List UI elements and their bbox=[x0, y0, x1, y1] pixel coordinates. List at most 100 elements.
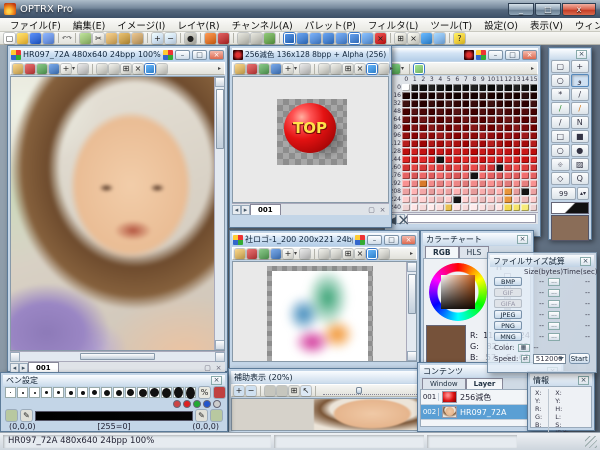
navigator-toggle-icon[interactable] bbox=[367, 64, 377, 74]
logo-window-titlebar[interactable]: 社ロゴ-1_200 200x221 24bpp – □ × bbox=[232, 233, 417, 246]
save-icon[interactable] bbox=[30, 33, 41, 44]
palette-cell[interactable] bbox=[530, 196, 538, 203]
save-all-icon[interactable] bbox=[43, 33, 54, 44]
extra-icon[interactable] bbox=[157, 64, 167, 74]
palette-cell[interactable] bbox=[470, 148, 478, 155]
palette-cell[interactable] bbox=[419, 92, 427, 99]
pen-size-button-4[interactable] bbox=[41, 387, 52, 398]
palette-cell[interactable] bbox=[445, 204, 453, 211]
palette-cell[interactable] bbox=[453, 180, 461, 187]
format-button-bmp[interactable]: BMP bbox=[494, 277, 522, 286]
saturation-square[interactable] bbox=[441, 275, 475, 309]
palette-cell[interactable] bbox=[479, 100, 487, 107]
palette-cell[interactable] bbox=[521, 84, 529, 91]
photo-window[interactable]: HR097_72A 480x640 24bpp 100% – □ × +▾⊞×▸ bbox=[7, 45, 228, 372]
palette-cell[interactable] bbox=[462, 196, 470, 203]
move-tool[interactable]: + bbox=[571, 60, 590, 73]
palette-cell[interactable] bbox=[436, 132, 444, 139]
palette-cell[interactable] bbox=[479, 204, 487, 211]
palette-cell[interactable] bbox=[513, 100, 521, 107]
palette-cell[interactable] bbox=[496, 204, 504, 211]
navigator-icon[interactable] bbox=[421, 33, 432, 44]
tab-layer[interactable]: Layer bbox=[466, 378, 504, 389]
pen-density-value[interactable]: 99 bbox=[551, 187, 576, 200]
palette-cell[interactable] bbox=[513, 124, 521, 131]
palette-cell[interactable] bbox=[445, 108, 453, 115]
palette-cell[interactable] bbox=[479, 196, 487, 203]
options-button[interactable]: ... bbox=[548, 278, 560, 286]
pen-gradient-bar[interactable] bbox=[35, 411, 193, 421]
loupe-icon[interactable]: + bbox=[61, 64, 71, 74]
palette-cell[interactable] bbox=[487, 140, 495, 147]
palette-cell[interactable] bbox=[530, 92, 538, 99]
grid-icon[interactable]: ⊞ bbox=[289, 386, 299, 396]
palette-cell[interactable] bbox=[411, 108, 419, 115]
color-chart-close-icon[interactable]: × bbox=[517, 235, 528, 244]
pen-size-button-9[interactable] bbox=[101, 387, 112, 398]
palette-cell[interactable] bbox=[487, 100, 495, 107]
window-tile-h-icon[interactable] bbox=[297, 33, 308, 44]
palette-cell[interactable] bbox=[530, 148, 538, 155]
grid-toggle-icon[interactable]: ⊞ bbox=[343, 64, 353, 74]
palette-cell[interactable] bbox=[428, 124, 436, 131]
palette-cell[interactable] bbox=[428, 180, 436, 187]
palette-window[interactable]: – □ × ▾▸ 0123456789101112131415016324864… bbox=[384, 45, 541, 237]
palette-cell[interactable] bbox=[487, 84, 495, 91]
palette-cell[interactable] bbox=[496, 132, 504, 139]
palette-cell[interactable] bbox=[402, 92, 410, 99]
palette-cell[interactable] bbox=[462, 204, 470, 211]
copy-image-icon[interactable] bbox=[319, 249, 329, 259]
pen-size-button-5[interactable] bbox=[53, 387, 64, 398]
menu-item-e[interactable]: 編集(E) bbox=[67, 17, 111, 33]
palette-cell[interactable] bbox=[419, 108, 427, 115]
palette-cell[interactable] bbox=[470, 92, 478, 99]
logo-vertical-scrollbar[interactable] bbox=[406, 262, 416, 361]
ball-canvas[interactable]: TOP bbox=[232, 76, 389, 203]
info-view-icon[interactable] bbox=[434, 33, 445, 44]
photo-canvas[interactable] bbox=[10, 76, 225, 351]
palette-cell[interactable] bbox=[462, 180, 470, 187]
palette-cell[interactable] bbox=[419, 172, 427, 179]
palette-cell[interactable] bbox=[419, 100, 427, 107]
pen-size-button-3[interactable] bbox=[29, 387, 40, 398]
palette-cell[interactable] bbox=[445, 164, 453, 171]
palette-cell[interactable] bbox=[479, 132, 487, 139]
photo-vertical-scrollbar[interactable] bbox=[214, 77, 224, 350]
palette-cell[interactable] bbox=[521, 180, 529, 187]
palette-cell[interactable] bbox=[436, 124, 444, 131]
options-button[interactable]: ... bbox=[548, 322, 560, 330]
palette-cell[interactable] bbox=[428, 188, 436, 195]
palette-cell[interactable] bbox=[521, 100, 529, 107]
photo-minimize-button[interactable]: – bbox=[175, 50, 190, 60]
tool-palette-close-icon[interactable]: × bbox=[576, 50, 587, 59]
menu-item-a[interactable]: チャンネル(A) bbox=[226, 17, 299, 33]
palette-cell[interactable] bbox=[513, 204, 521, 211]
palette-cell[interactable] bbox=[521, 204, 529, 211]
gradient-left-icon[interactable] bbox=[6, 410, 17, 421]
palette-cell[interactable] bbox=[402, 100, 410, 107]
pen-size-button-2[interactable] bbox=[17, 387, 28, 398]
palette-cell[interactable] bbox=[453, 140, 461, 147]
minimize-button[interactable]: _ bbox=[508, 3, 534, 16]
pen-size-button-11[interactable] bbox=[125, 387, 136, 398]
palette-cell[interactable] bbox=[504, 100, 512, 107]
palette-cell[interactable] bbox=[411, 132, 419, 139]
palette-window-titlebar[interactable]: – □ × bbox=[387, 48, 538, 61]
grid-toggle-icon[interactable]: ⊞ bbox=[121, 64, 131, 74]
palette-cell[interactable] bbox=[428, 84, 436, 91]
palette-cell[interactable] bbox=[436, 188, 444, 195]
import-image-icon[interactable] bbox=[13, 64, 23, 74]
palette-cell[interactable] bbox=[428, 164, 436, 171]
palette-cell[interactable] bbox=[428, 172, 436, 179]
photo-close-button[interactable]: × bbox=[209, 50, 224, 60]
palette-cell[interactable] bbox=[453, 124, 461, 131]
palette-cell[interactable] bbox=[530, 180, 538, 187]
palette-cell[interactable] bbox=[487, 204, 495, 211]
menu-item-l[interactable]: フィルタ(L) bbox=[362, 17, 425, 33]
palette-cell[interactable] bbox=[453, 132, 461, 139]
pointer-icon[interactable]: ↖ bbox=[301, 386, 311, 396]
palette-cell[interactable] bbox=[521, 164, 529, 171]
close-image-icon[interactable]: × bbox=[133, 64, 143, 74]
pen-color-button-4[interactable] bbox=[203, 400, 211, 408]
color-picker-tool[interactable]: / bbox=[571, 88, 590, 101]
